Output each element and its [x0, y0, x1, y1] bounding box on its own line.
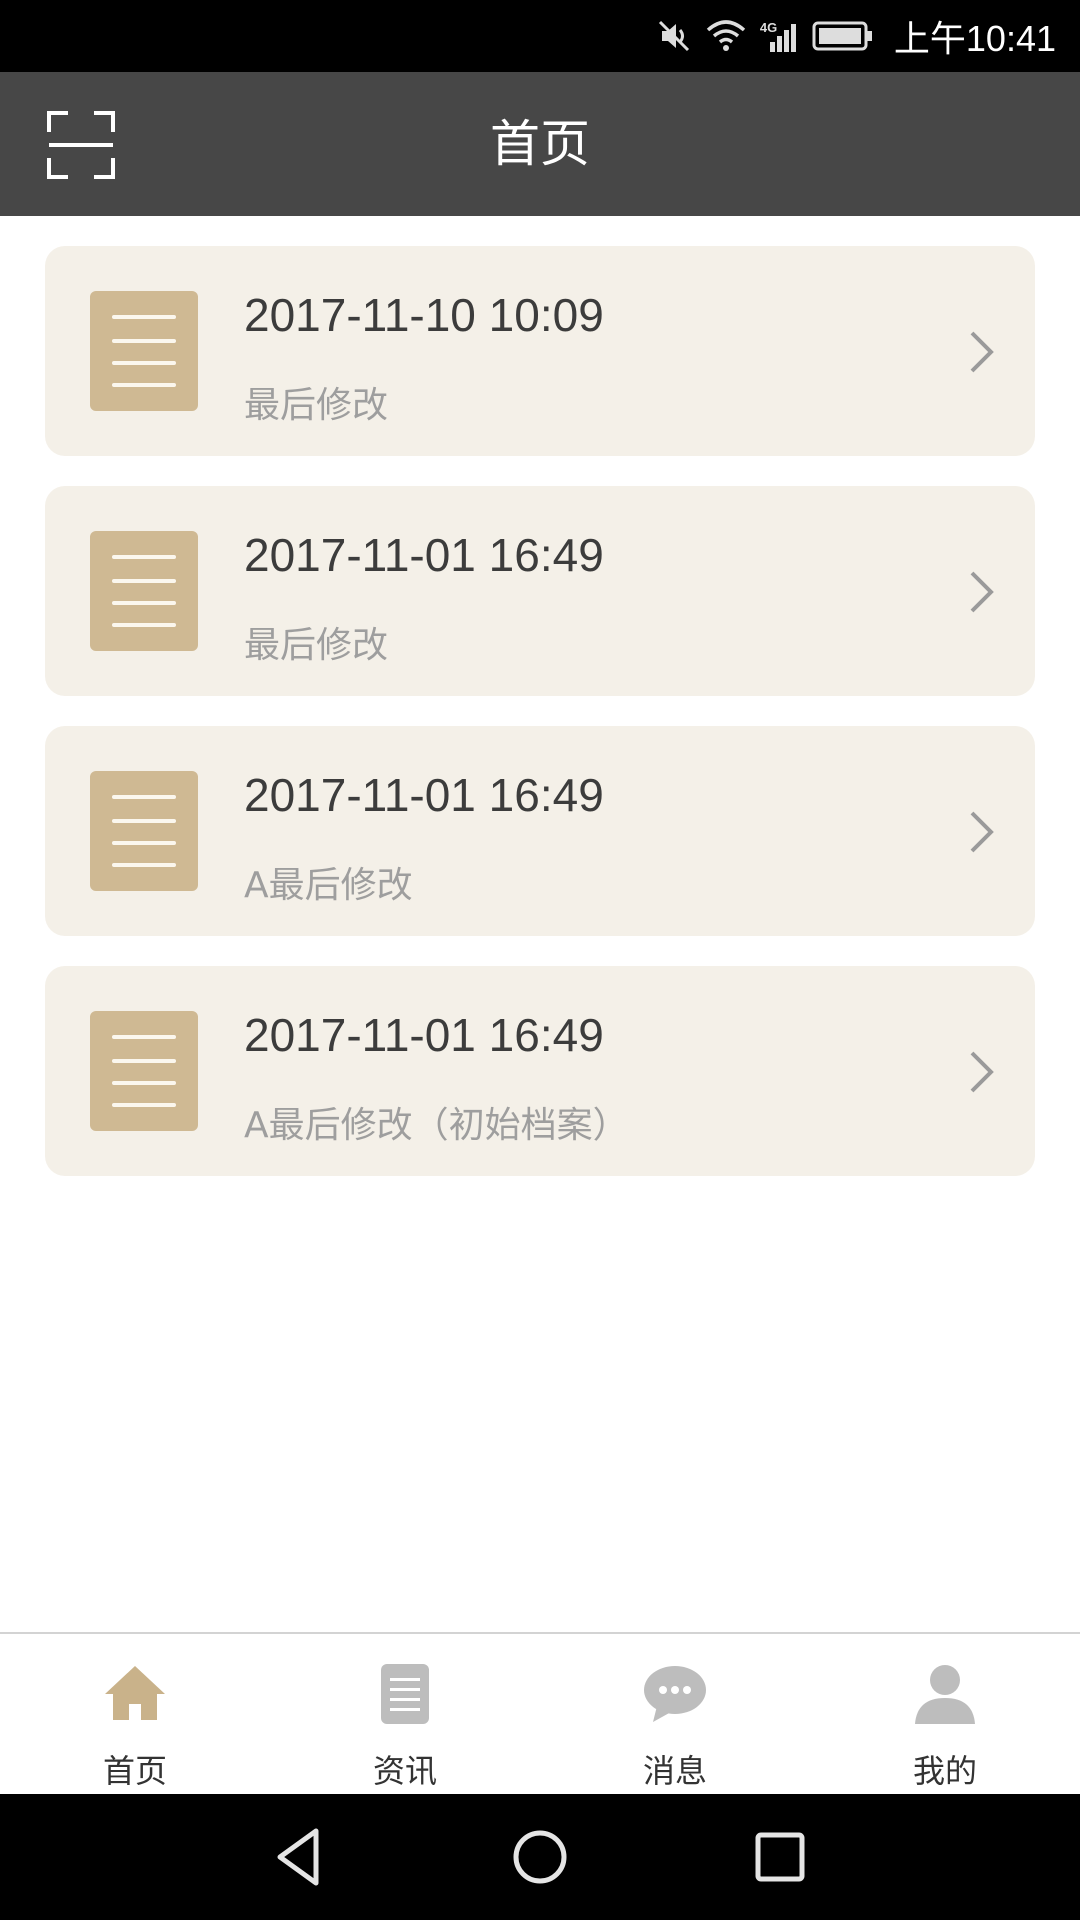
chevron-right-icon [970, 331, 994, 373]
record-subtitle: A最后修改（初始档案） [244, 1105, 629, 1146]
status-bar: 4G 上午10:41 [0, 0, 1080, 72]
recents-icon[interactable] [748, 1825, 812, 1889]
document-icon [90, 531, 198, 651]
chevron-right-icon [970, 571, 994, 613]
mute-icon [658, 20, 689, 52]
record-date: 2017-11-01 16:49 [244, 769, 604, 821]
back-icon[interactable] [268, 1825, 332, 1889]
record-subtitle: 最后修改 [244, 385, 389, 426]
chevron-right-icon [970, 1051, 994, 1093]
document-icon [90, 1011, 198, 1131]
status-time: 上午10:41 [893, 18, 1056, 59]
document-icon [90, 771, 198, 891]
profile-icon [915, 1665, 975, 1724]
page-title: 首页 [490, 115, 590, 173]
record-date: 2017-11-01 16:49 [244, 1009, 604, 1061]
signal-icon: 4G [760, 18, 798, 54]
tab-messages[interactable]: 消息 [540, 1634, 810, 1796]
tab-profile[interactable]: 我的 [810, 1634, 1080, 1796]
tab-label: 资讯 [372, 1752, 437, 1790]
record-card[interactable]: 2017-11-10 10:09 最后修改 [45, 246, 1035, 456]
news-icon [381, 1664, 429, 1724]
tab-news[interactable]: 资讯 [270, 1634, 540, 1796]
tab-label: 我的 [912, 1752, 977, 1790]
bottom-tab-bar: 首页 资讯 消息 我的 [0, 1632, 1080, 1796]
app-header: 首页 [0, 72, 1080, 216]
record-card[interactable]: 2017-11-01 16:49 A最后修改（初始档案） [45, 966, 1035, 1176]
home-circle-icon[interactable] [508, 1825, 572, 1889]
tab-home[interactable]: 首页 [0, 1634, 270, 1796]
message-icon [644, 1666, 706, 1722]
wifi-icon [706, 20, 746, 51]
record-subtitle: A最后修改 [244, 865, 413, 906]
battery-icon [812, 21, 872, 51]
record-card[interactable]: 2017-11-01 16:49 最后修改 [45, 486, 1035, 696]
tab-label: 首页 [102, 1752, 167, 1790]
home-icon [105, 1666, 165, 1720]
record-list: 2017-11-10 10:09 最后修改 2017-11-01 16:49 最… [0, 216, 1080, 1634]
chevron-right-icon [970, 811, 994, 853]
system-nav-bar [0, 1794, 1080, 1920]
record-subtitle: 最后修改 [244, 625, 389, 666]
document-icon [90, 291, 198, 411]
tab-label: 消息 [642, 1752, 707, 1790]
record-date: 2017-11-01 16:49 [244, 529, 604, 581]
record-date: 2017-11-10 10:09 [244, 289, 604, 341]
record-card[interactable]: 2017-11-01 16:49 A最后修改 [45, 726, 1035, 936]
